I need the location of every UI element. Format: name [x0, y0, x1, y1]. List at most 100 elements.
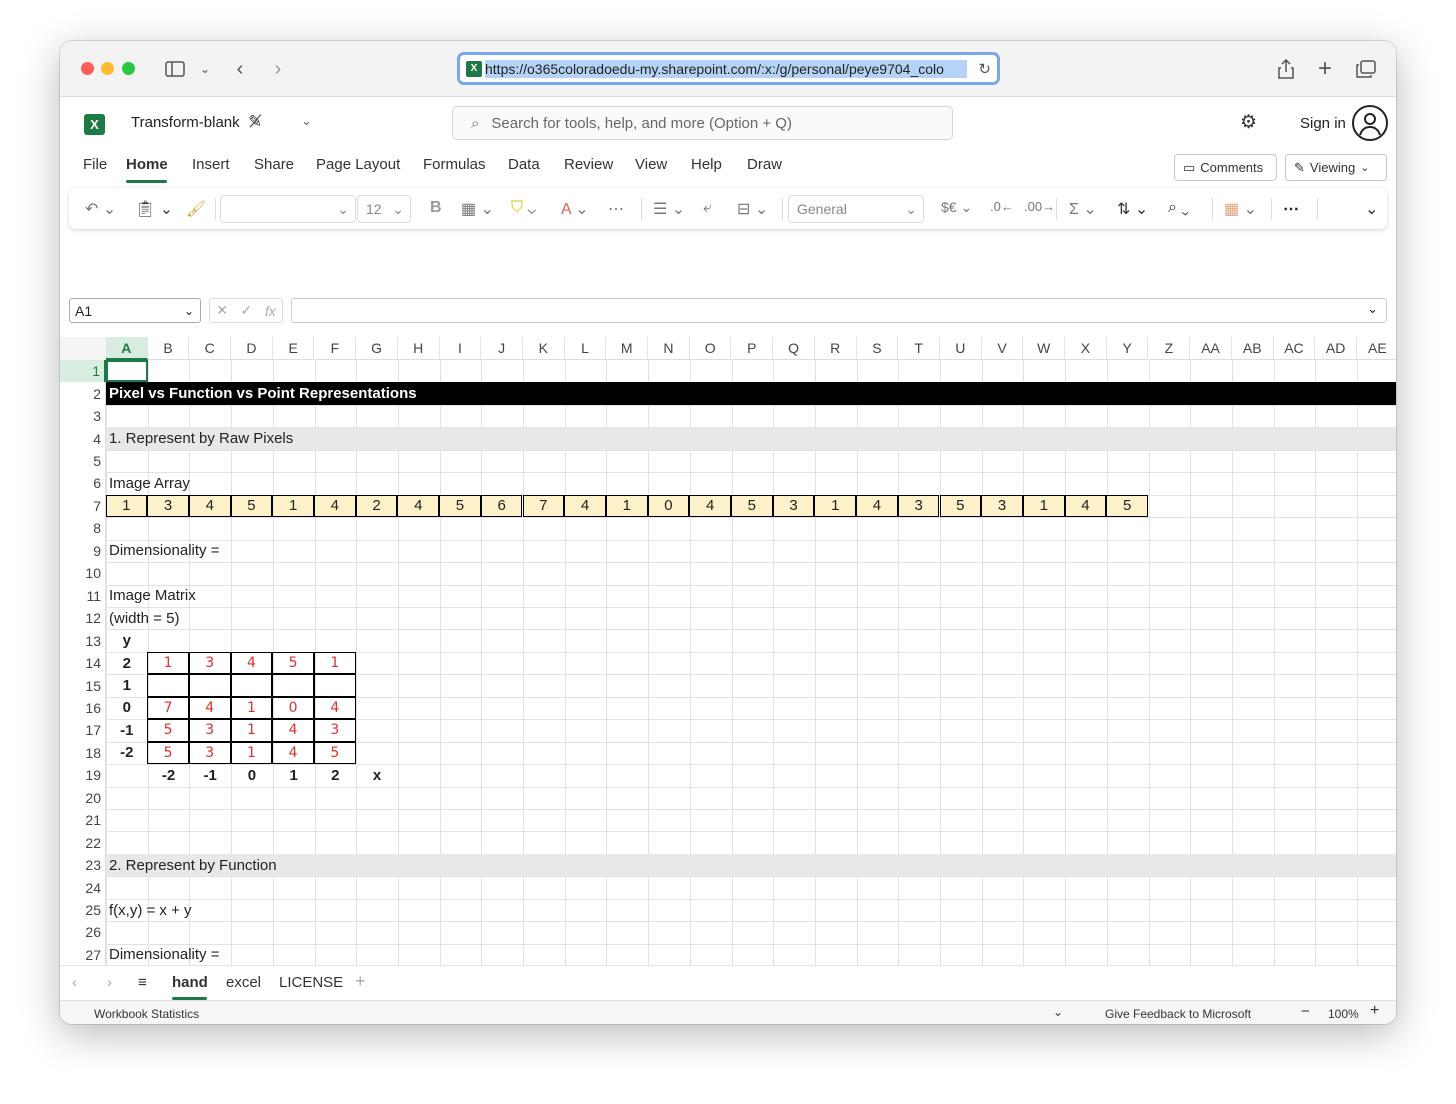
- row-header[interactable]: 2: [60, 382, 106, 405]
- font-color-icon[interactable]: A ⌄: [561, 199, 589, 219]
- matrix-cell[interactable]: 3: [188, 719, 231, 742]
- y-axis-value[interactable]: 1: [106, 674, 148, 696]
- column-header[interactable]: N: [648, 337, 690, 360]
- chevron-down-icon[interactable]: ⌄: [1367, 301, 1378, 317]
- x-axis-value[interactable]: 2: [315, 764, 357, 786]
- tab-help[interactable]: Help: [691, 156, 722, 173]
- column-header[interactable]: Q: [773, 337, 815, 360]
- matrix-cell[interactable]: 5: [147, 741, 189, 765]
- number-format-select[interactable]: General ⌄: [788, 195, 924, 223]
- array-cell[interactable]: 1: [1022, 494, 1065, 518]
- x-axis-value[interactable]: -2: [148, 764, 190, 786]
- matrix-cell[interactable]: 4: [272, 719, 314, 742]
- sheet-tab-license[interactable]: LICENSE: [279, 974, 343, 991]
- label-cell[interactable]: Dimensionality =: [109, 540, 219, 562]
- column-header[interactable]: AC: [1273, 337, 1316, 360]
- array-cell[interactable]: 5: [731, 494, 773, 518]
- column-header[interactable]: AB: [1231, 337, 1274, 360]
- row-header[interactable]: 9: [60, 539, 106, 563]
- font-size-select[interactable]: 12 ⌄: [357, 195, 411, 223]
- x-axis-value[interactable]: 1: [273, 764, 315, 786]
- matrix-cell[interactable]: 4: [230, 651, 273, 675]
- matrix-cell[interactable]: [272, 674, 314, 697]
- row-header[interactable]: 24: [60, 876, 106, 899]
- decrease-decimal-icon[interactable]: .0←: [990, 199, 1014, 214]
- address-bar[interactable]: X https://o365coloradoedu-my.sharepoint.…: [457, 52, 1000, 85]
- matrix-cell[interactable]: 1: [230, 696, 273, 720]
- row-header[interactable]: 19: [60, 764, 106, 787]
- array-cell[interactable]: 3: [147, 494, 189, 518]
- column-header[interactable]: G: [356, 337, 398, 360]
- column-header[interactable]: J: [481, 337, 523, 360]
- table-styles-icon[interactable]: ▦ ⌄: [1224, 199, 1257, 219]
- matrix-cell[interactable]: 0: [272, 696, 314, 720]
- avatar[interactable]: [1352, 105, 1388, 141]
- column-header[interactable]: X: [1065, 337, 1107, 360]
- confirm-icon[interactable]: ✓: [241, 302, 253, 319]
- column-header[interactable]: T: [898, 337, 940, 360]
- row-header[interactable]: 1: [60, 360, 106, 383]
- document-name[interactable]: Transform-blank: [131, 114, 240, 131]
- array-cell[interactable]: 4: [397, 494, 440, 518]
- currency-icon[interactable]: $€ ⌄: [941, 199, 972, 216]
- matrix-cell[interactable]: 3: [188, 741, 231, 765]
- label-cell[interactable]: Image Array: [109, 472, 190, 494]
- y-axis-value[interactable]: -2: [106, 742, 148, 764]
- zoom-in-icon[interactable]: +: [1370, 1002, 1379, 1020]
- matrix-cell[interactable]: 7: [147, 696, 189, 720]
- minimize-window-button[interactable]: [101, 62, 114, 75]
- cancel-icon[interactable]: ✕: [216, 302, 228, 319]
- array-cell[interactable]: 5: [939, 494, 982, 518]
- row-header[interactable]: 23: [60, 853, 106, 877]
- matrix-cell[interactable]: 4: [314, 696, 356, 720]
- matrix-cell[interactable]: 5: [314, 741, 356, 765]
- array-cell[interactable]: 6: [480, 494, 523, 518]
- array-cell[interactable]: 4: [564, 494, 606, 518]
- chevron-down-icon[interactable]: ⌄: [198, 55, 212, 83]
- row-header[interactable]: 7: [60, 494, 106, 518]
- borders-icon[interactable]: ▦ ⌄: [461, 199, 494, 219]
- share-icon[interactable]: [1276, 55, 1296, 83]
- y-axis-value[interactable]: 0: [106, 697, 148, 719]
- array-cell[interactable]: 3: [772, 494, 815, 518]
- column-header[interactable]: W: [1023, 337, 1066, 360]
- row-header[interactable]: 6: [60, 472, 106, 495]
- more-options-icon[interactable]: ⋯: [1283, 199, 1299, 219]
- function-icon[interactable]: fx: [265, 303, 276, 319]
- sign-in-link[interactable]: Sign in: [1300, 115, 1346, 132]
- column-header[interactable]: AA: [1190, 337, 1232, 360]
- tab-formulas[interactable]: Formulas: [423, 156, 486, 173]
- feedback-link[interactable]: Give Feedback to Microsoft: [1105, 1007, 1251, 1021]
- expand-ribbon-icon[interactable]: ⌄: [1365, 199, 1378, 219]
- row-header[interactable]: 12: [60, 606, 106, 630]
- comments-button[interactable]: ▭ Comments: [1174, 154, 1277, 181]
- paste-icon[interactable]: 📋︎ ⌄: [135, 199, 173, 219]
- prev-sheet-icon[interactable]: ‹: [72, 974, 77, 991]
- row-header[interactable]: 21: [60, 809, 106, 832]
- y-axis-value[interactable]: -1: [106, 719, 148, 741]
- column-header[interactable]: O: [689, 337, 732, 360]
- tab-review[interactable]: Review: [564, 156, 613, 173]
- matrix-cell[interactable]: 1: [230, 719, 273, 742]
- array-cell[interactable]: 1: [272, 494, 314, 518]
- matrix-cell[interactable]: 4: [188, 696, 231, 720]
- format-painter-icon[interactable]: 🖌︎: [186, 199, 206, 219]
- row-header[interactable]: 14: [60, 651, 106, 675]
- row-header[interactable]: 10: [60, 562, 106, 585]
- array-cell[interactable]: 4: [689, 494, 731, 518]
- array-cell[interactable]: 4: [856, 494, 898, 518]
- array-cell[interactable]: 5: [1106, 494, 1148, 518]
- sheet-tab-hand[interactable]: hand: [172, 974, 208, 991]
- column-header[interactable]: M: [606, 337, 649, 360]
- formula-input[interactable]: ⌄: [291, 298, 1387, 323]
- back-arrow-icon[interactable]: ‹: [230, 55, 250, 83]
- sort-filter-icon[interactable]: ⇅ ⌄: [1117, 199, 1148, 219]
- selected-cell[interactable]: [106, 360, 148, 383]
- array-cell[interactable]: 0: [647, 494, 690, 518]
- all-sheets-icon[interactable]: ≡: [138, 974, 147, 991]
- column-header[interactable]: E: [272, 337, 315, 360]
- array-cell[interactable]: 3: [981, 494, 1023, 518]
- array-cell[interactable]: 4: [188, 494, 231, 518]
- tab-insert[interactable]: Insert: [192, 156, 230, 173]
- zoom-out-icon[interactable]: −: [1301, 1003, 1310, 1020]
